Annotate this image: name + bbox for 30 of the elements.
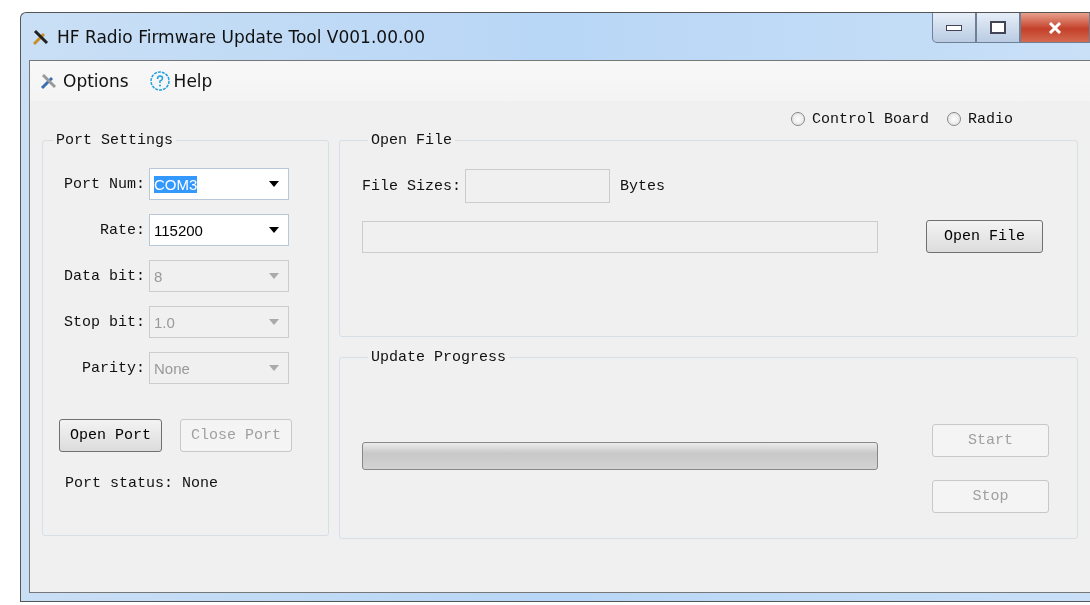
file-path-field[interactable] — [362, 220, 878, 253]
caret-icon — [268, 180, 280, 188]
radio-option[interactable]: Radio — [947, 108, 1013, 130]
dropdown[interactable]: 115200 — [149, 214, 289, 246]
caret-icon — [268, 226, 280, 234]
minimize-button[interactable] — [932, 13, 976, 43]
field-label: Rate: — [99, 221, 146, 239]
open-file-button[interactable]: Open File — [926, 220, 1043, 253]
field-label: File Sizes: — [362, 177, 462, 195]
help-icon — [148, 70, 171, 92]
maximize-button[interactable] — [976, 13, 1020, 43]
unit-label: Bytes — [620, 177, 666, 195]
field-label: Stop bit: — [63, 313, 146, 331]
field-label: Data bit: — [63, 267, 146, 285]
field-label: Parity: — [81, 359, 146, 377]
radio-option[interactable]: Control Board — [790, 108, 929, 130]
close-button[interactable] — [1020, 13, 1090, 43]
field-label: Port Num: — [63, 175, 146, 193]
caret-icon — [268, 272, 280, 280]
group-title: Open File — [370, 132, 453, 149]
menu-item[interactable]: Options — [38, 70, 129, 92]
close-icon — [1048, 21, 1062, 34]
menu-item[interactable]: Help — [148, 70, 213, 92]
window-title: HF Radio Firmware Update Tool V001.00.00 — [57, 26, 425, 47]
port-button[interactable]: Open Port — [59, 419, 162, 452]
group-title: Update Progress — [370, 349, 508, 366]
group-title: Port Settings — [55, 132, 175, 149]
port-status: Port status: None — [65, 475, 220, 492]
caret-icon — [268, 364, 280, 372]
caret-icon — [268, 318, 280, 326]
